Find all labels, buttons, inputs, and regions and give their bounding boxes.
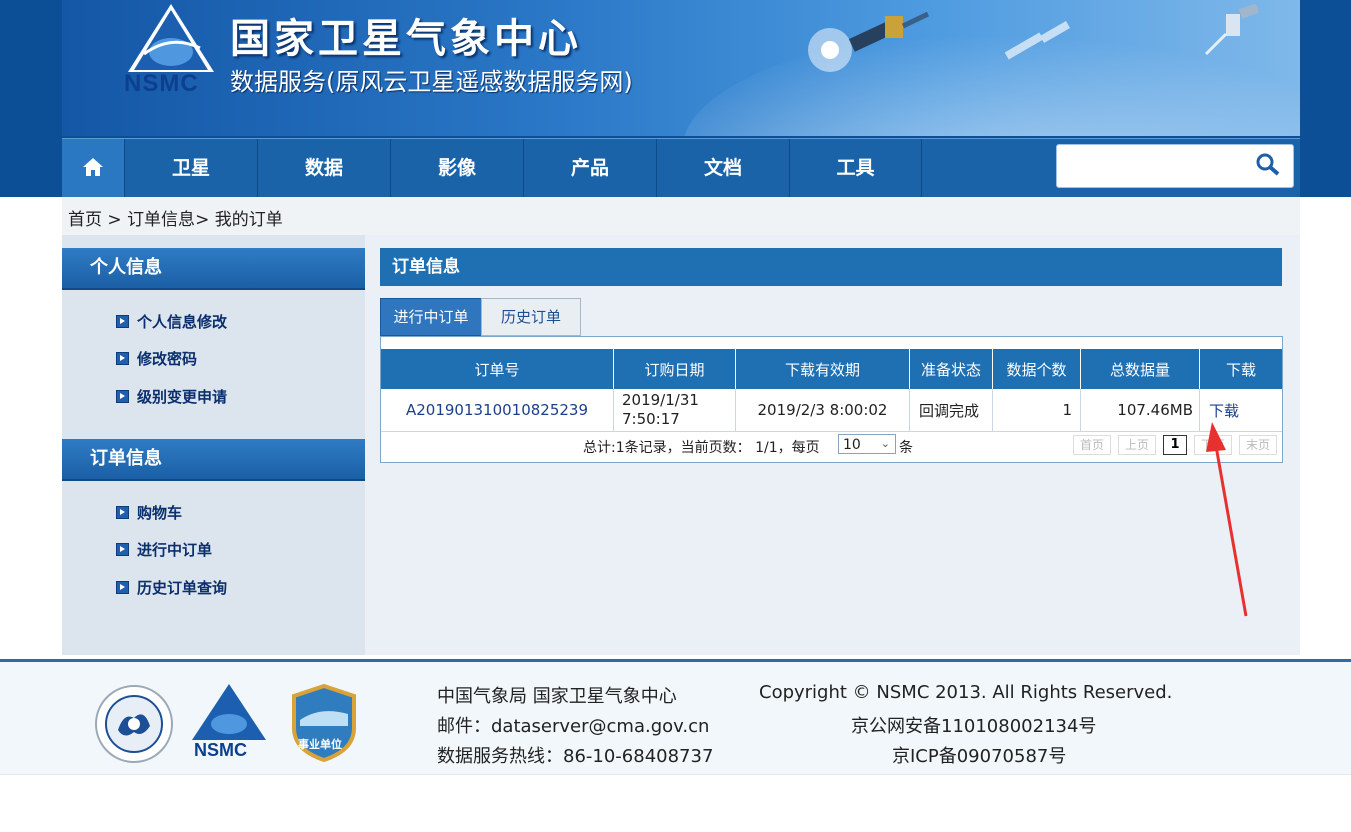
- column-header: 下载有效期: [735, 349, 910, 389]
- pager-first-button[interactable]: 首页: [1073, 435, 1111, 455]
- sidebar-orders-title: 订单信息: [90, 448, 162, 469]
- nsmc-footer-logo-icon: [192, 684, 266, 740]
- nav-data[interactable]: 数据: [258, 139, 391, 198]
- sidebar-orders-header: 订单信息: [62, 439, 365, 481]
- order-date-cell: 2019/1/31 7:50:17: [613, 389, 736, 432]
- nav-imagery[interactable]: 影像: [391, 139, 524, 198]
- sidebar-item-cart[interactable]: 购物车: [116, 502, 182, 523]
- nav-satellite[interactable]: 卫星: [125, 139, 258, 198]
- arrow-bullet-icon: [116, 543, 129, 556]
- status-cell: 回调完成: [909, 389, 993, 432]
- order-date: 2019/1/31: [622, 391, 699, 409]
- footer-beian-icp[interactable]: 京ICP备09070587号: [892, 742, 1066, 768]
- count-cell: 1: [992, 389, 1081, 432]
- nav-products[interactable]: 产品: [524, 139, 657, 198]
- content-header: 订单信息: [380, 248, 1282, 286]
- breadcrumb-orders[interactable]: 订单信息: [127, 210, 195, 230]
- table-row: A201901310010825239 2019/1/31 7:50:17 201…: [381, 389, 1282, 432]
- footer-hotline: 数据服务热线：86-10-68408737: [437, 746, 714, 767]
- satellite-icon: [1204, 4, 1260, 56]
- sidebar-personal-header: 个人信息: [62, 248, 365, 290]
- breadcrumb-current: 我的订单: [214, 210, 283, 230]
- annotation-arrow-icon: [1206, 422, 1248, 617]
- column-header: 数据个数: [992, 349, 1081, 389]
- sidebar-item-label: 进行中订单: [137, 541, 213, 559]
- breadcrumb-home[interactable]: 首页: [68, 210, 102, 230]
- satellite-icon: [808, 11, 930, 72]
- search-icon[interactable]: [1255, 153, 1281, 177]
- nav-home[interactable]: [62, 139, 125, 198]
- order-time: 7:50:17: [622, 410, 680, 428]
- expiry-cell: 2019/2/3 8:00:02: [735, 389, 910, 432]
- arrow-bullet-icon: [116, 506, 129, 519]
- footer-logo-text: NSMC: [194, 740, 247, 760]
- footer-email[interactable]: 邮件：dataserver@cma.gov.cn: [437, 712, 709, 738]
- table-header-row: 订单号 订购日期 下载有效期 准备状态 数据个数 总数据量 下载: [381, 349, 1282, 389]
- pager-summary: 总计:1条记录，当前页数： 1/1，每页: [583, 440, 820, 456]
- footer: NSMC 事业单位 中国气象局 国家卫星气象中心 邮件：dataserver@c…: [0, 662, 1351, 775]
- satellite-icon: [1004, 21, 1070, 60]
- sidebar-item-label: 级别变更申请: [137, 388, 228, 406]
- breadcrumb-separator: >: [102, 210, 128, 230]
- column-header: 订单号: [381, 349, 614, 389]
- badge-label: 事业单位: [298, 738, 342, 751]
- home-icon: [83, 158, 103, 176]
- size-cell: 107.46MB: [1080, 389, 1200, 432]
- column-header: 下载: [1199, 349, 1282, 389]
- pager-unit: 条: [899, 440, 913, 456]
- sidebar-item-label: 购物车: [137, 504, 183, 522]
- breadcrumb: 首页 > 订单信息> 我的订单: [68, 205, 283, 230]
- nav-documents[interactable]: 文档: [657, 139, 790, 198]
- chevron-down-icon: ⌄: [880, 437, 890, 450]
- site-subtitle: 数据服务(原风云卫星遥感数据服务网): [230, 68, 633, 96]
- footer-copyright: Copyright © NSMC 2013. All Rights Reserv…: [759, 682, 1173, 703]
- sidebar-item-order-history[interactable]: 历史订单查询: [116, 577, 227, 598]
- orders-table: 订单号 订购日期 下载有效期 准备状态 数据个数 总数据量 下载 A201901…: [381, 349, 1282, 432]
- arrow-bullet-icon: [116, 581, 129, 594]
- site-title: 国家卫星气象中心: [230, 16, 582, 62]
- footer-beian-gongan[interactable]: 京公网安备110108002134号: [851, 712, 1096, 738]
- pager-page-button[interactable]: 1: [1163, 435, 1187, 455]
- sidebar-personal-title: 个人信息: [90, 257, 162, 278]
- arrow-bullet-icon: [116, 390, 129, 403]
- breadcrumb-separator: >: [195, 210, 215, 230]
- tab-history-orders[interactable]: 历史订单: [481, 298, 581, 336]
- page-size-value: 10: [843, 437, 861, 453]
- tab-active-orders[interactable]: 进行中订单: [380, 298, 482, 336]
- search-input[interactable]: [1063, 151, 1247, 181]
- nsmc-logo-icon[interactable]: [126, 4, 216, 74]
- sidebar-item-level-change[interactable]: 级别变更申请: [116, 386, 227, 407]
- order-number-cell[interactable]: A201901310010825239: [381, 389, 614, 432]
- cma-emblem-icon: [95, 685, 173, 763]
- search-box: [1056, 144, 1294, 188]
- sidebar-item-change-password[interactable]: 修改密码: [116, 348, 197, 369]
- arrow-bullet-icon: [116, 352, 129, 365]
- sidebar-item-label: 历史订单查询: [137, 579, 228, 597]
- sidebar-item-edit-profile[interactable]: 个人信息修改: [116, 311, 227, 332]
- column-header: 准备状态: [909, 349, 993, 389]
- arrow-bullet-icon: [116, 315, 129, 328]
- pager: 总计:1条记录，当前页数： 1/1，每页 10⌄ 条 首页 上页 1 下页 末页: [381, 433, 1282, 459]
- sidebar-item-active-orders[interactable]: 进行中订单: [116, 539, 212, 560]
- pager-prev-button[interactable]: 上页: [1118, 435, 1156, 455]
- orders-table-panel: 订单号 订购日期 下载有效期 准备状态 数据个数 总数据量 下载 A201901…: [380, 336, 1283, 463]
- logo-text: NSMC: [124, 70, 199, 97]
- sidebar-item-label: 修改密码: [137, 350, 198, 368]
- footer-org: 中国气象局 国家卫星气象中心: [437, 686, 677, 707]
- column-header: 总数据量: [1080, 349, 1200, 389]
- nav-tools[interactable]: 工具: [790, 139, 922, 198]
- column-header: 订购日期: [613, 349, 736, 389]
- content-title: 订单信息: [392, 257, 460, 277]
- page-size-select[interactable]: 10 ⌄: [838, 434, 896, 454]
- sidebar-item-label: 个人信息修改: [137, 313, 228, 331]
